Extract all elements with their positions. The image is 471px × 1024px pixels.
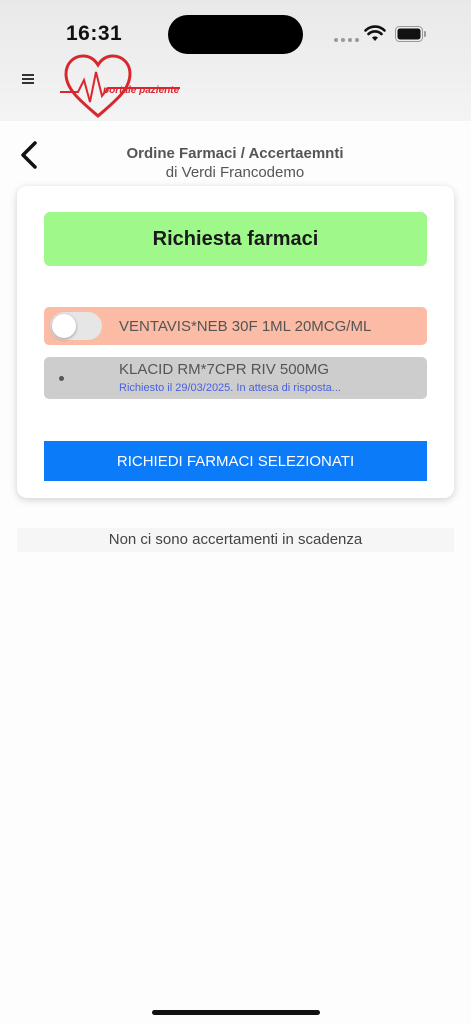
- page-title: Ordine Farmaci / Accertaemnti: [126, 145, 344, 162]
- empty-state-message: Non ci sono accertamenti in scadenza: [17, 528, 454, 552]
- request-selected-drugs-button[interactable]: RICHIEDI FARMACI SELEZIONATI: [44, 441, 427, 481]
- page-subtitle: di Verdi Francodemo: [165, 164, 305, 181]
- drug-request-card: Richiesta farmaci VENTAVIS*NEB 30F 1ML 2…: [17, 186, 454, 498]
- cellular-signal-icon: [334, 38, 359, 42]
- battery-icon: [395, 26, 426, 42]
- bullet-icon: [59, 376, 64, 381]
- drug-name: VENTAVIS*NEB 30F 1ML 20MCG/ML: [119, 318, 372, 335]
- drug-select-toggle[interactable]: [50, 312, 102, 340]
- wifi-icon: [364, 25, 386, 41]
- dynamic-island: [168, 15, 303, 54]
- drug-status: Richiesto il 29/03/2025. In attesa di ri…: [119, 382, 341, 394]
- card-header: Richiesta farmaci: [44, 212, 427, 266]
- logo-text: portale paziente: [103, 85, 180, 96]
- status-time: 16:31: [66, 22, 123, 45]
- back-chevron-icon[interactable]: [16, 140, 42, 170]
- home-indicator[interactable]: [152, 1010, 320, 1015]
- screen: 16:31 portale paziente Ordine Farmaci / …: [0, 0, 471, 1024]
- drug-name: KLACID RM*7CPR RIV 500MG: [119, 361, 330, 378]
- drug-row-ventavis: VENTAVIS*NEB 30F 1ML 20MCG/ML: [44, 307, 427, 345]
- app-header: 16:31 portale paziente: [0, 0, 471, 121]
- drug-row-klacid: KLACID RM*7CPR RIV 500MG Richiesto il 29…: [44, 357, 427, 399]
- toggle-knob: [52, 314, 76, 338]
- hamburger-menu-icon[interactable]: [20, 72, 36, 88]
